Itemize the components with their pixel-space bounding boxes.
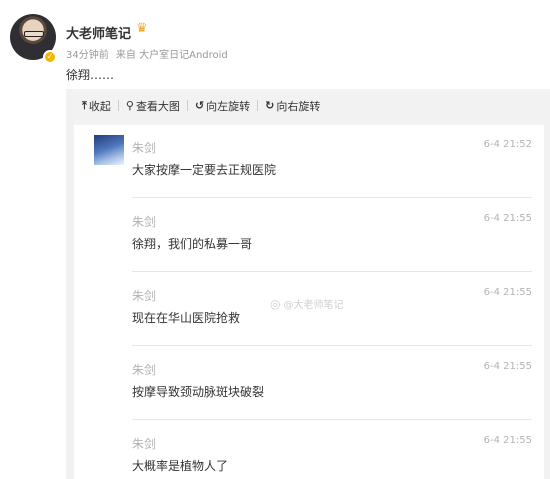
message-text: 现在在华山医院抢救 — [132, 311, 241, 325]
rotate-right-label: 向右旋转 — [276, 99, 321, 113]
chat-message: 朱剑 6-4 21:55 徐翔，我们的私募一哥 — [132, 213, 532, 277]
chat-message: 朱剑 6-4 21:55 大概率是植物人了 — [132, 435, 532, 479]
verified-badge-icon: ✓ — [43, 50, 57, 64]
rotate-left-label: 向左旋转 — [206, 99, 251, 113]
collapse-label: 收起 — [88, 99, 111, 113]
toolbar-divider — [117, 100, 119, 111]
magnifier-icon: ⚲ — [125, 99, 134, 112]
message-time: 6-4 21:55 — [483, 361, 532, 372]
message-text: 按摩导致颈动脉斑块破裂 — [132, 385, 265, 399]
toolbar-divider — [257, 100, 259, 111]
sender-name: 朱剑 — [132, 289, 157, 303]
chat-message: 朱剑 6-4 21:52 大家按摩一定要去正规医院 — [132, 139, 532, 203]
rotate-left-icon: ↺ — [194, 99, 205, 112]
view-large-button[interactable]: ⚲ 查看大图 — [126, 98, 180, 114]
sender-avatar — [94, 135, 124, 165]
crown-icon: ♛ — [136, 21, 148, 36]
rotate-right-button[interactable]: ↻ 向右旋转 — [265, 98, 320, 114]
arrow-up-icon: ⤒ — [82, 98, 87, 112]
message-text: 大家按摩一定要去正规医院 — [132, 163, 277, 177]
message-divider — [132, 271, 532, 272]
post-text: 徐翔…… — [66, 68, 115, 82]
message-time: 6-4 21:55 — [483, 435, 532, 446]
author-name[interactable]: 大老师笔记 — [66, 23, 131, 42]
post-time[interactable]: 34分钟前 — [66, 50, 109, 61]
toolbar-divider — [186, 100, 188, 111]
watermark-text: @大老师笔记 — [283, 300, 344, 311]
message-text: 大概率是植物人了 — [132, 459, 229, 473]
collapse-button[interactable]: ⤒ 收起 — [82, 98, 111, 114]
sender-name: 朱剑 — [132, 363, 157, 377]
message-time: 6-4 21:52 — [483, 139, 532, 150]
message-divider — [132, 345, 532, 346]
view-large-label: 查看大图 — [135, 99, 180, 113]
image-toolbar: ⤒ 收起 ⚲ 查看大图 ↺ 向左旋转 ↻ 向右旋转 — [66, 89, 550, 122]
weibo-logo-icon: ◎ — [270, 296, 281, 311]
message-time: 6-4 21:55 — [483, 287, 532, 298]
post-source: 来自 大户室日记Android — [115, 50, 228, 61]
message-divider — [132, 419, 532, 420]
sender-name: 朱剑 — [132, 437, 157, 451]
sender-name: 朱剑 — [132, 215, 157, 229]
message-text: 徐翔，我们的私募一哥 — [132, 237, 253, 251]
rotate-right-icon: ↻ — [265, 99, 275, 112]
message-divider — [132, 197, 532, 198]
chat-message: 朱剑 6-4 21:55 按摩导致颈动脉斑块破裂 — [132, 361, 532, 425]
message-time: 6-4 21:55 — [483, 213, 532, 224]
post-meta: 34分钟前 来自 大户室日记Android — [66, 46, 232, 61]
rotate-left-button[interactable]: ↺ 向左旋转 — [195, 98, 250, 114]
watermark: ◎ @大老师笔记 — [270, 296, 344, 312]
sender-name: 朱剑 — [132, 141, 157, 155]
